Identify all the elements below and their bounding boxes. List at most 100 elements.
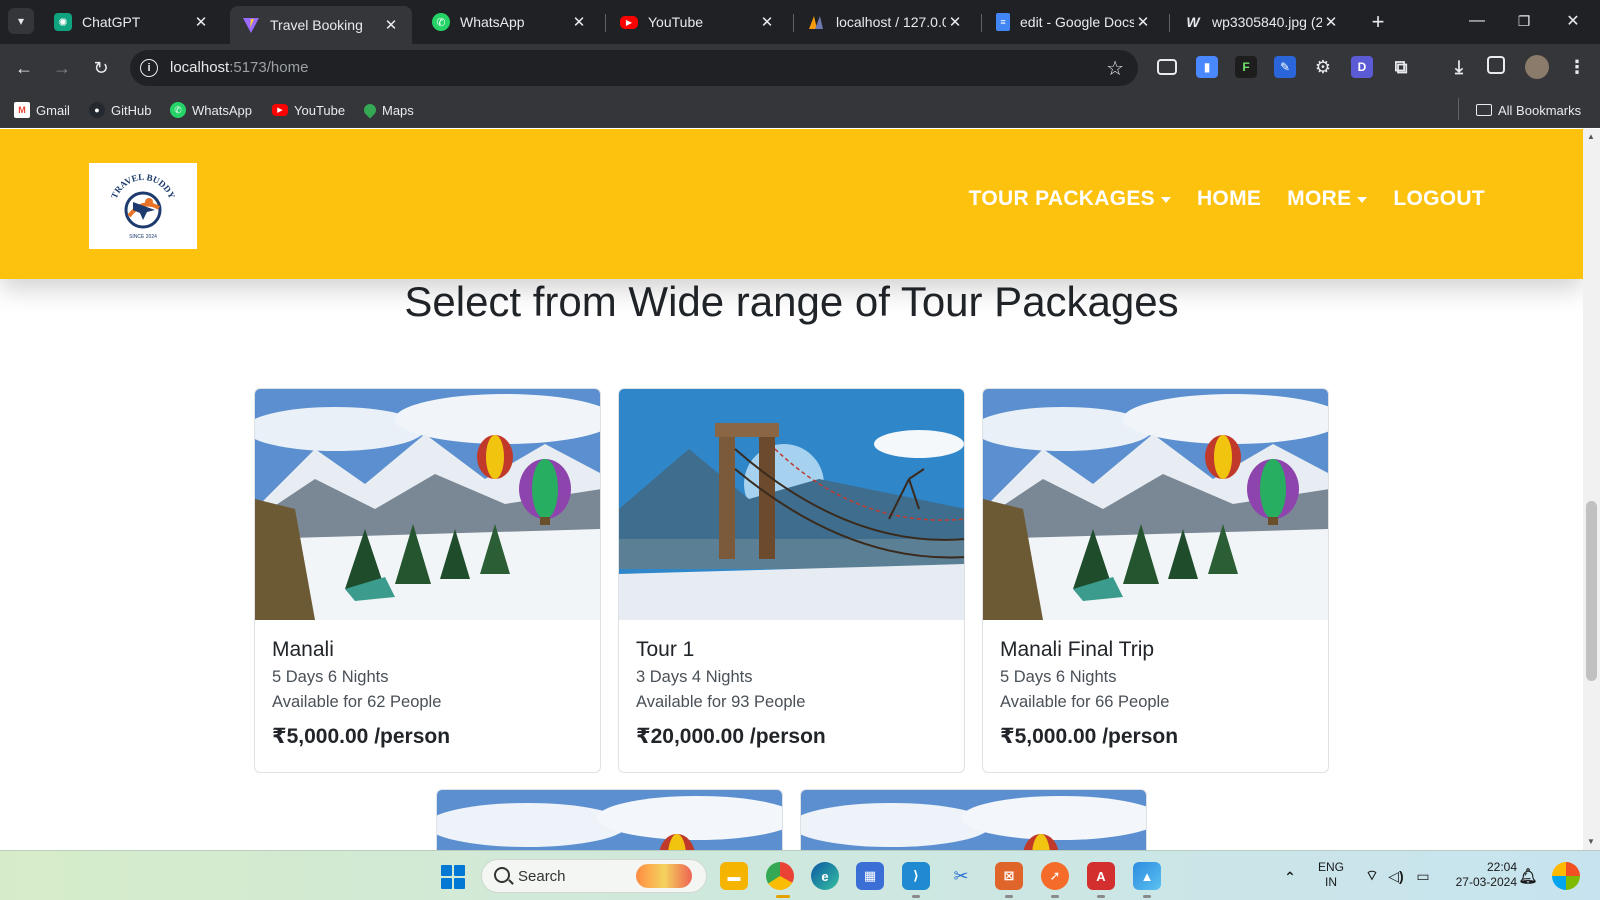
package-card[interactable] — [436, 789, 783, 850]
tab-image[interactable]: W wp3305840.jpg (25 ✕ — [1172, 6, 1352, 38]
reload-button[interactable]: ↻ — [89, 56, 113, 80]
package-availability: Available for 66 People — [1000, 693, 1170, 711]
file-explorer-icon[interactable]: ▬ — [720, 862, 748, 890]
main-nav: TOUR PACKAGES HOME MORE LOGOUT — [969, 187, 1485, 211]
package-card[interactable]: Tour 1 3 Days 4 Nights Available for 93 … — [618, 388, 965, 773]
close-icon[interactable]: ✕ — [570, 13, 588, 31]
xampp-icon[interactable]: ⊠ — [995, 862, 1023, 890]
copilot-icon[interactable] — [1552, 862, 1580, 890]
nav-more-dropdown[interactable]: MORE — [1287, 187, 1368, 211]
tab-divider — [605, 14, 606, 32]
page-scrollbar[interactable]: ▲ ▼ — [1583, 129, 1600, 850]
nav-label: HOME — [1196, 187, 1262, 210]
profile-avatar[interactable] — [1525, 55, 1549, 79]
tab-whatsapp[interactable]: ✆ WhatsApp ✕ — [420, 6, 600, 38]
tab-title: WhatsApp — [460, 14, 525, 30]
bookmark-whatsapp[interactable]: ✆ WhatsApp — [170, 100, 252, 120]
travel-buddy-logo[interactable]: TRAVEL BUDDY SINCE 2024 — [89, 163, 197, 249]
site-header: TRAVEL BUDDY SINCE 2024 TOUR PACKAGES HO… — [0, 129, 1583, 279]
tab-search-button[interactable]: ▾ — [8, 8, 34, 34]
all-bookmarks-button[interactable]: All Bookmarks — [1476, 100, 1581, 120]
minimize-button[interactable]: — — [1462, 8, 1492, 34]
extensions-puzzle-icon[interactable]: ⧉ — [1390, 56, 1412, 78]
settings-gear-icon[interactable]: ⚙ — [1312, 56, 1334, 78]
windows-start-icon[interactable] — [441, 865, 465, 889]
postman-icon[interactable]: ➚ — [1041, 862, 1069, 890]
close-icon[interactable]: ✕ — [1322, 13, 1340, 31]
close-icon[interactable]: ✕ — [382, 16, 400, 34]
bookmark-maps[interactable]: Maps — [361, 100, 414, 120]
restore-button[interactable]: ❐ — [1509, 8, 1539, 34]
extension-pen-icon[interactable]: ✎ — [1274, 56, 1296, 78]
tab-title: wp3305840.jpg (25 — [1212, 14, 1322, 30]
package-card[interactable] — [800, 789, 1147, 850]
nav-logout-link[interactable]: LOGOUT — [1393, 187, 1485, 211]
menu-kebab-icon[interactable]: ⋮ — [1566, 56, 1588, 78]
tab-phpmyadmin[interactable]: localhost / 127.0.0.1 ✕ — [796, 6, 976, 38]
snipping-tool-icon[interactable]: ✂ — [947, 862, 975, 890]
wifi-icon[interactable]: ⌔ — [1362, 862, 1382, 890]
photos-icon[interactable]: ▲ — [1133, 862, 1161, 890]
tab-title: ChatGPT — [82, 14, 141, 30]
screen-cast-icon[interactable] — [1157, 59, 1177, 75]
bookmark-youtube[interactable]: ▶ YouTube — [272, 100, 345, 120]
side-panel-icon[interactable] — [1487, 56, 1505, 74]
bookmark-label: Maps — [382, 102, 414, 118]
nav-label: TOUR PACKAGES — [968, 187, 1155, 210]
tab-chatgpt[interactable]: ✺ ChatGPT ✕ — [42, 6, 222, 38]
search-icon — [494, 867, 510, 883]
scrollbar-thumb[interactable] — [1586, 501, 1597, 681]
chrome-icon[interactable] — [766, 862, 794, 890]
bookmark-star-icon[interactable]: ☆ — [1106, 56, 1124, 81]
close-icon[interactable]: ✕ — [946, 13, 964, 31]
close-icon[interactable]: ✕ — [1134, 13, 1152, 31]
forward-button[interactable]: → — [50, 56, 74, 80]
new-tab-button[interactable]: + — [1366, 9, 1390, 34]
scroll-up-arrow-icon[interactable]: ▲ — [1587, 132, 1595, 141]
bookmark-gmail[interactable]: M Gmail — [14, 100, 70, 120]
extension-d-icon[interactable]: D — [1351, 56, 1373, 78]
address-url: localhost:5173/home — [170, 59, 309, 76]
package-availability: Available for 93 People — [636, 693, 806, 711]
download-icon[interactable]: ⤓ — [1448, 56, 1470, 78]
address-bar[interactable]: i localhost:5173/home ☆ — [130, 50, 1138, 86]
close-icon[interactable]: ✕ — [192, 13, 210, 31]
search-highlight-icon — [636, 864, 692, 888]
back-button[interactable]: ← — [12, 56, 36, 80]
scroll-down-arrow-icon[interactable]: ▼ — [1587, 837, 1595, 846]
store-icon[interactable]: ▦ — [856, 862, 884, 890]
extension-f-icon[interactable]: F — [1235, 56, 1257, 78]
package-card-body: Manali Final Trip 5 Days 6 Nights Availa… — [983, 620, 1328, 772]
language-indicator[interactable]: ENG IN — [1318, 860, 1344, 890]
nav-tour-packages-dropdown[interactable]: TOUR PACKAGES — [969, 187, 1171, 211]
window-close-button[interactable]: ✕ — [1558, 8, 1588, 34]
clock[interactable]: 22:04 27-03-2024 — [1445, 860, 1517, 890]
package-image-snowy-mountains — [983, 389, 1328, 620]
edge-icon[interactable]: e — [811, 862, 839, 890]
battery-icon[interactable]: ▭ — [1412, 862, 1434, 890]
acrobat-icon[interactable]: A — [1087, 862, 1115, 890]
whatsapp-icon: ✆ — [432, 13, 450, 31]
xampp-running-indicator — [1005, 895, 1013, 898]
tab-travel-booking[interactable]: Travel Booking ✕ — [230, 6, 412, 44]
gmail-icon: M — [14, 102, 30, 118]
package-card[interactable]: Manali 5 Days 6 Nights Available for 62 … — [254, 388, 601, 773]
tab-google-docs[interactable]: ≡ edit - Google Docs ✕ — [984, 6, 1164, 38]
tab-youtube[interactable]: ▶ YouTube ✕ — [608, 6, 788, 38]
package-card[interactable]: Manali Final Trip 5 Days 6 Nights Availa… — [982, 388, 1329, 773]
taskbar-search[interactable]: Search — [481, 859, 707, 893]
site-info-icon[interactable]: i — [140, 59, 158, 77]
notification-bell-icon[interactable]: 🔔︎ — [1518, 862, 1538, 890]
clock-time: 22:04 — [1486, 860, 1517, 874]
volume-icon[interactable]: ◁) — [1386, 862, 1406, 890]
package-availability: Available for 62 People — [272, 693, 442, 711]
bookmark-github[interactable]: ● GitHub — [89, 100, 151, 120]
close-icon[interactable]: ✕ — [758, 13, 776, 31]
windows-taskbar: Search ▬ e ▦ ⟩ ✂ ⊠ ➚ A ▲ ⌃ ENG IN ⌔ ◁) ▭… — [0, 850, 1600, 900]
nav-home-link[interactable]: HOME — [1197, 187, 1261, 211]
acrobat-running-indicator — [1097, 895, 1105, 898]
github-icon: ● — [89, 102, 105, 118]
extension-copy-icon[interactable]: ▮ — [1196, 56, 1218, 78]
vscode-icon[interactable]: ⟩ — [902, 862, 930, 890]
chevron-up-icon[interactable]: ⌃ — [1280, 863, 1300, 891]
